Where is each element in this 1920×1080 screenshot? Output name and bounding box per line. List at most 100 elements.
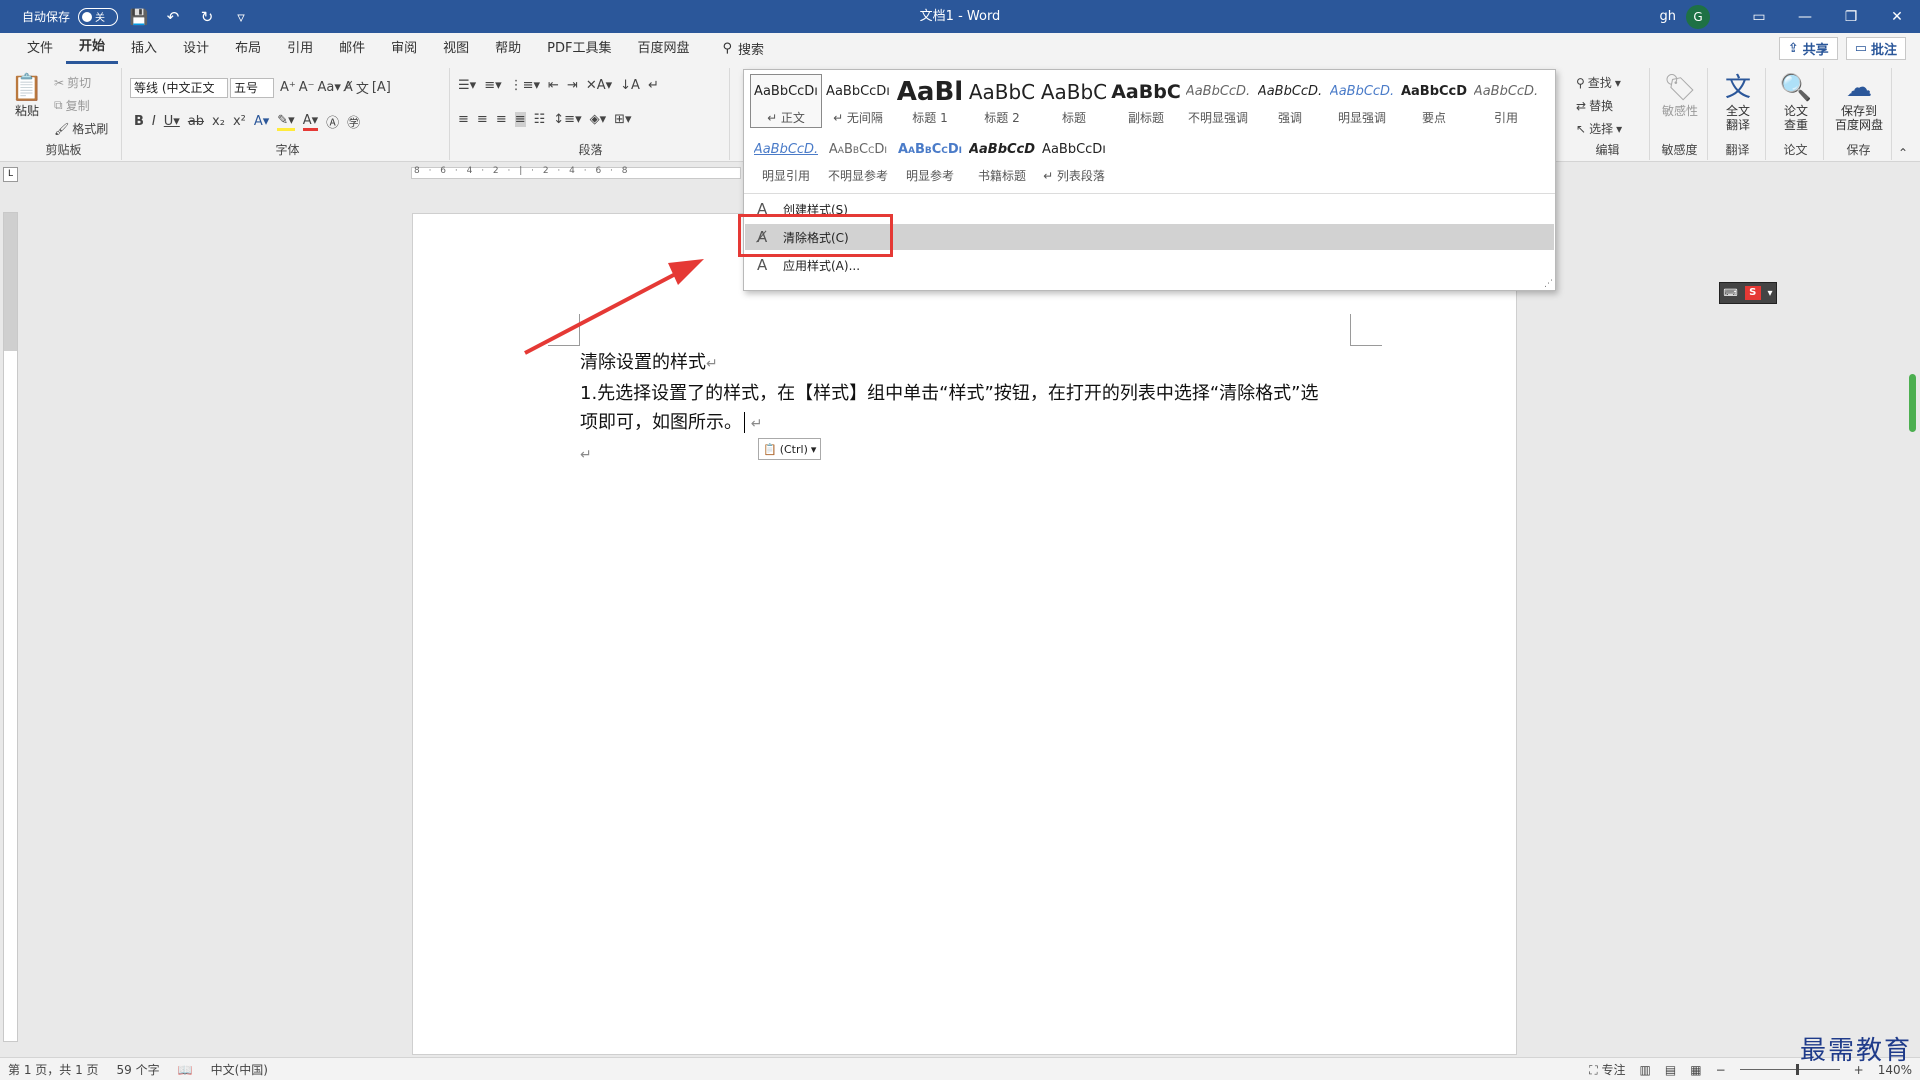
save-icon[interactable]: 💾: [126, 0, 152, 33]
read-mode-icon[interactable]: ▥: [1640, 1063, 1651, 1077]
style-tile[interactable]: AaBbCcD. 强调: [1254, 74, 1326, 128]
shading-icon[interactable]: ◈▾: [590, 112, 607, 127]
increase-indent-icon[interactable]: ⇥: [567, 78, 578, 93]
style-tile[interactable]: AaBbCcD. 明显引用: [750, 132, 822, 186]
collapse-ribbon-icon[interactable]: ⌃: [1898, 146, 1908, 160]
grow-font-icon[interactable]: A⁺: [280, 80, 296, 95]
char-border-icon[interactable]: [A]: [372, 80, 391, 95]
paragraph-2[interactable]: 1.先选择设置了的样式，在【样式】组中单击“样式”按钮，在打开的列表中选择“清除…: [580, 379, 1370, 408]
style-tile[interactable]: AaBbCcD. 明显强调: [1326, 74, 1398, 128]
borders-icon[interactable]: ⊞▾: [614, 112, 631, 127]
proofing-icon[interactable]: 📖: [178, 1063, 193, 1077]
italic-icon[interactable]: I: [152, 114, 156, 129]
language-indicator[interactable]: 中文(中国): [211, 1061, 268, 1078]
redo-icon[interactable]: ↻: [194, 0, 220, 33]
font-color-icon[interactable]: A▾: [302, 113, 319, 131]
sort-icon[interactable]: ↓A: [620, 78, 640, 93]
tab-file[interactable]: 文件: [14, 33, 66, 64]
tab-baidu-netdisk[interactable]: 百度网盘: [624, 33, 702, 64]
paragraph-2-cont[interactable]: 项即可，如图所示。 ↵: [580, 408, 1370, 439]
font-size-select[interactable]: 五号: [230, 78, 274, 98]
char-shading-icon[interactable]: Ⓐ: [326, 112, 339, 131]
style-tile[interactable]: AaBbCcDı ↵ 无间隔: [822, 74, 894, 128]
tab-mailings[interactable]: 邮件: [326, 33, 378, 64]
style-tile[interactable]: AaBbC 副标题: [1110, 74, 1182, 128]
vertical-ruler[interactable]: [3, 212, 18, 1042]
style-tile[interactable]: AaBbCcD. 引用: [1470, 74, 1542, 128]
ribbon-display-icon[interactable]: ▭: [1736, 0, 1782, 33]
font-name-select[interactable]: 等线 (中文正文: [130, 78, 228, 98]
resize-grip-icon[interactable]: ⋰: [1544, 279, 1553, 289]
autosave-toggle[interactable]: 关: [78, 7, 119, 26]
full-translate-button[interactable]: 文 全文 翻译: [1716, 72, 1760, 132]
print-layout-icon[interactable]: ▤: [1665, 1063, 1676, 1077]
zoom-slider[interactable]: [1739, 1064, 1840, 1075]
show-marks-icon[interactable]: ↵: [648, 78, 659, 93]
paragraph-3[interactable]: ↵: [580, 439, 1370, 470]
asian-layout-icon[interactable]: ✕A▾: [586, 78, 612, 93]
style-tile[interactable]: AaBbCcDı 明显参考: [894, 132, 966, 186]
tab-pdf-tools[interactable]: PDF工具集: [534, 33, 624, 64]
paper-check-button[interactable]: 🔍 论文 查重: [1774, 72, 1818, 132]
find-button[interactable]: ⚲ 查找 ▾: [1576, 74, 1621, 91]
zoom-out-icon[interactable]: −: [1716, 1063, 1726, 1077]
comments-button[interactable]: ▭ 批注: [1845, 37, 1906, 60]
tab-home[interactable]: 开始: [66, 33, 119, 64]
superscript-icon[interactable]: x²: [233, 114, 246, 129]
bullets-icon[interactable]: ☰▾: [458, 78, 476, 93]
word-count[interactable]: 59 个字: [117, 1061, 160, 1078]
text-effects-icon[interactable]: A▾: [254, 114, 269, 129]
scrollbar-thumb[interactable]: [1909, 374, 1916, 432]
zoom-slider-knob[interactable]: [1795, 1064, 1799, 1075]
cut-button[interactable]: ✂ 剪切: [54, 74, 91, 91]
style-tile[interactable]: AaBbC 标题: [1038, 74, 1110, 128]
align-right-icon[interactable]: ≡: [496, 112, 507, 127]
save-to-netdisk-button[interactable]: ☁ 保存到 百度网盘: [1830, 72, 1888, 132]
select-button[interactable]: ↖ 选择 ▾: [1576, 120, 1622, 137]
shrink-font-icon[interactable]: A⁻: [299, 80, 315, 95]
align-left-icon[interactable]: ≡: [458, 112, 469, 127]
ime-toolbar[interactable]: ⌨ S ▾: [1719, 282, 1777, 304]
strikethrough-icon[interactable]: ab: [188, 114, 204, 129]
numbering-icon[interactable]: ≡▾: [484, 78, 501, 93]
distributed-icon[interactable]: ☷: [534, 112, 546, 127]
close-icon[interactable]: ✕: [1874, 0, 1920, 33]
tab-insert[interactable]: 插入: [118, 33, 170, 64]
highlight-icon[interactable]: ✎▾: [277, 113, 295, 131]
copy-button[interactable]: ⧉ 复制: [54, 97, 90, 114]
style-tile[interactable]: AaBbCcD. 不明显强调: [1182, 74, 1254, 128]
document-body[interactable]: 清除设置的样式↵ 1.先选择设置了的样式，在【样式】组中单击“样式”按钮，在打开…: [580, 348, 1370, 470]
style-tile[interactable]: AaBbCcD 要点: [1398, 74, 1470, 128]
focus-button[interactable]: ⛶ 专注: [1589, 1061, 1625, 1078]
tab-review[interactable]: 审阅: [378, 33, 430, 64]
multilevel-list-icon[interactable]: ⋮≡▾: [510, 78, 540, 93]
paste-options-button[interactable]: 📋 (Ctrl) ▾: [758, 438, 822, 460]
tab-references[interactable]: 引用: [274, 33, 326, 64]
avatar[interactable]: G: [1686, 4, 1710, 29]
undo-icon[interactable]: ↶: [160, 0, 186, 33]
tab-design[interactable]: 设计: [170, 33, 222, 64]
sensitivity-button[interactable]: 🏷 敏感性: [1658, 72, 1702, 118]
style-tile[interactable]: AaBbCcDı ↵ 列表段落: [1038, 132, 1110, 186]
user-name[interactable]: gh: [1660, 9, 1677, 24]
style-tile[interactable]: AaBbCcDı ↵ 正文: [750, 74, 822, 128]
enclosed-char-icon[interactable]: ㊫: [347, 112, 360, 131]
replace-button[interactable]: ⇄ 替换: [1576, 97, 1613, 114]
style-tile[interactable]: AaBbC 标题 2: [966, 74, 1038, 128]
style-tile[interactable]: AaBbCcD 书籍标题: [966, 132, 1038, 186]
share-button[interactable]: ⇪ 共享: [1778, 37, 1838, 60]
change-case-icon[interactable]: Aa▾: [318, 80, 341, 95]
restore-icon[interactable]: ❐: [1828, 0, 1874, 33]
web-layout-icon[interactable]: ▦: [1690, 1063, 1701, 1077]
tab-layout[interactable]: 布局: [222, 33, 274, 64]
style-tile[interactable]: AaBl 标题 1: [894, 74, 966, 128]
align-center-icon[interactable]: ≡: [477, 112, 488, 127]
subscript-icon[interactable]: x₂: [212, 114, 225, 129]
search-box[interactable]: ⚲ 搜索: [723, 39, 765, 58]
format-painter-button[interactable]: 🖌 格式刷: [54, 120, 108, 137]
minimize-icon[interactable]: —: [1782, 0, 1828, 33]
bold-icon[interactable]: B: [134, 114, 144, 129]
decrease-indent-icon[interactable]: ⇤: [548, 78, 559, 93]
line-spacing-icon[interactable]: ↕≡▾: [553, 112, 581, 127]
justify-icon[interactable]: ≡: [514, 112, 526, 127]
